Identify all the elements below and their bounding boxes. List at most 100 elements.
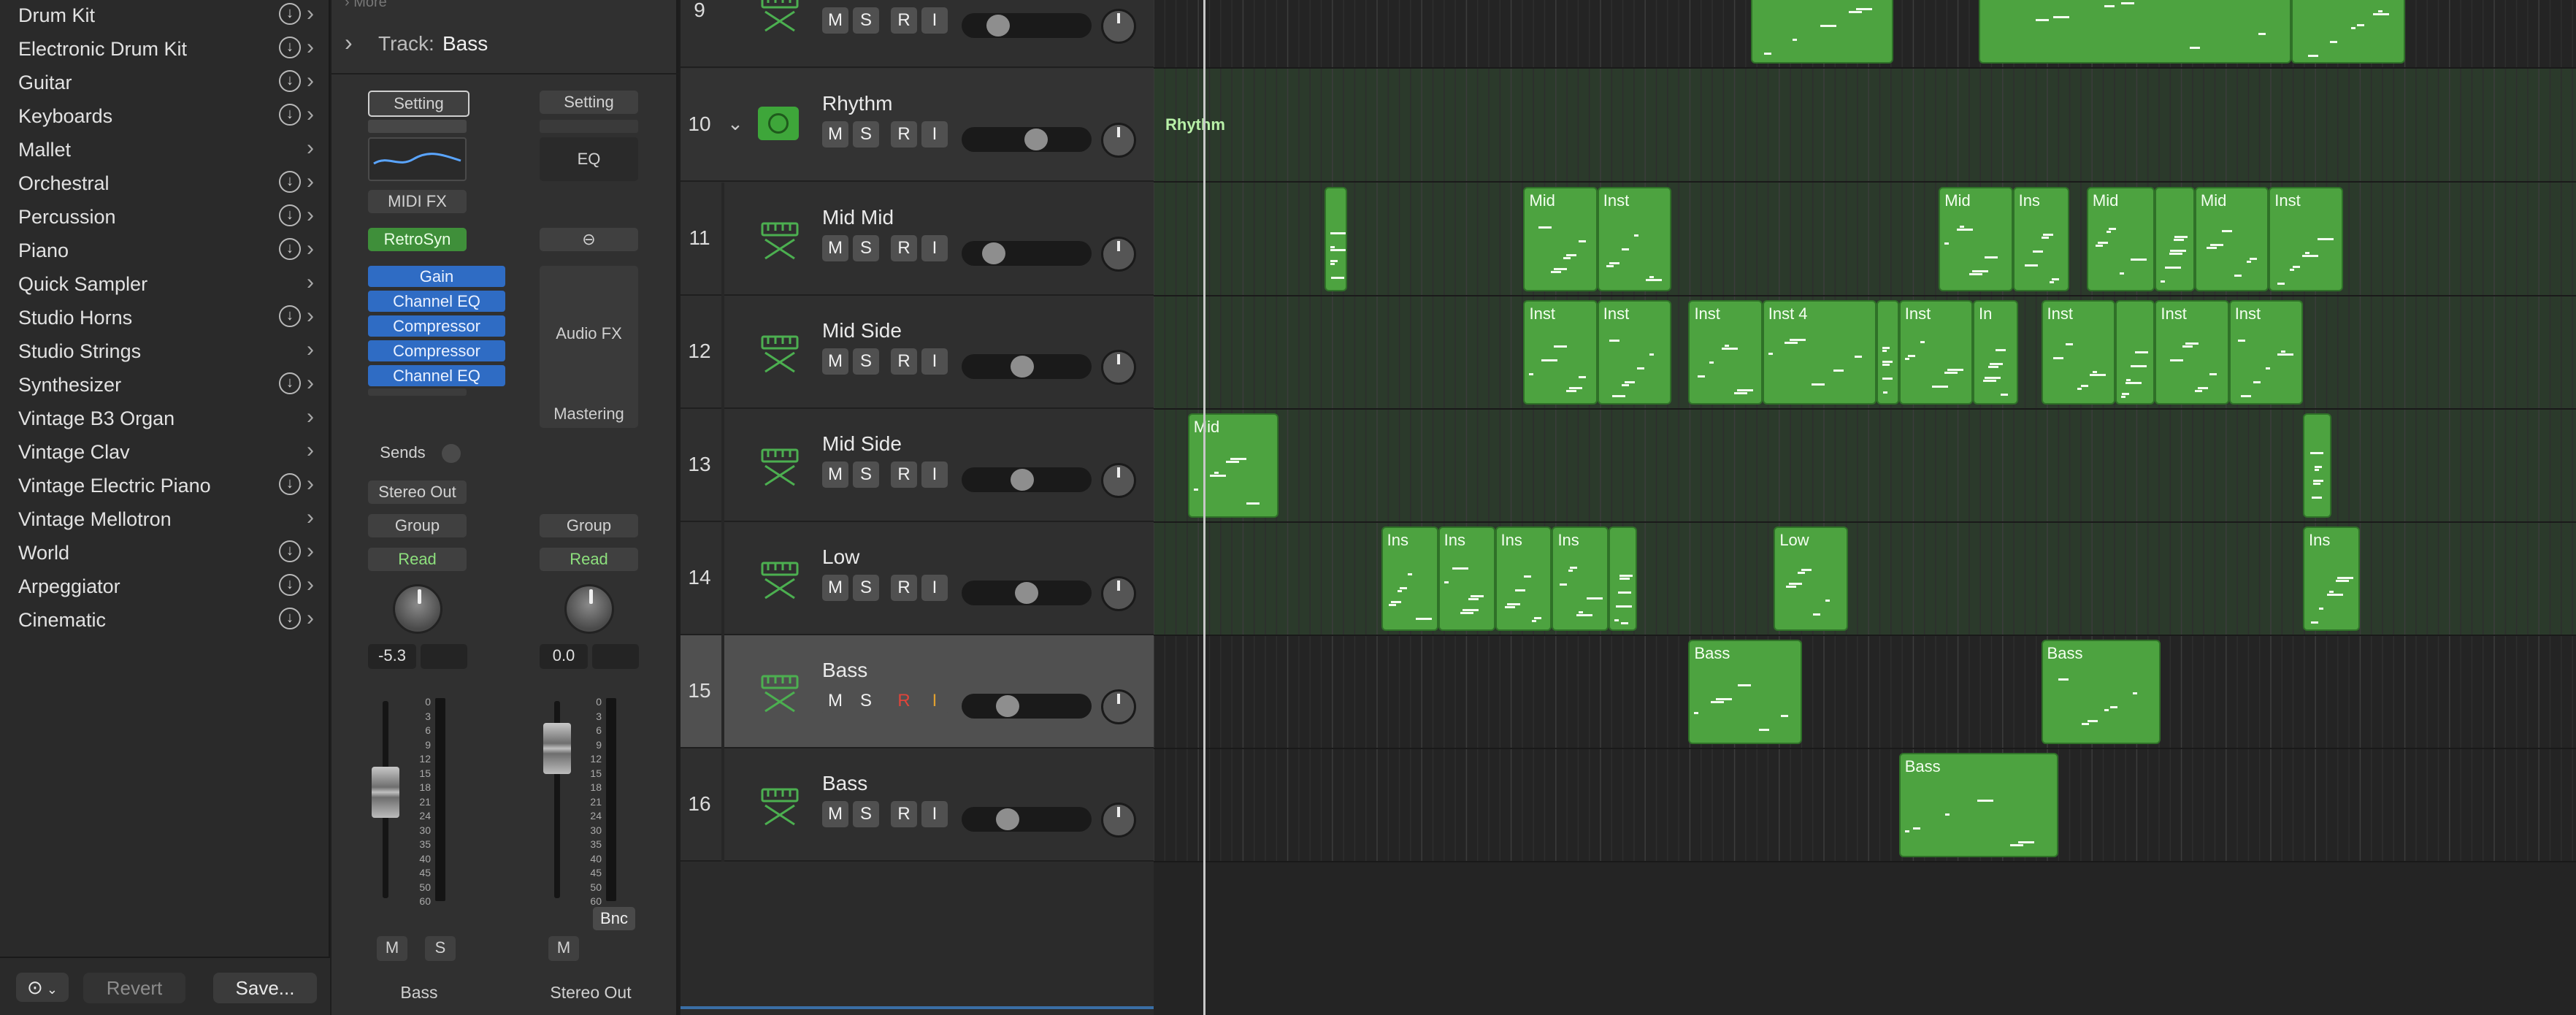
download-icon[interactable]: ↓: [279, 37, 301, 58]
solo-button[interactable]: S: [853, 121, 879, 148]
solo-button[interactable]: S: [853, 235, 879, 261]
input-monitor-button[interactable]: I: [921, 348, 948, 375]
midi-region[interactable]: Ins: [2012, 187, 2070, 291]
track-header[interactable]: 15 Bass M S R I: [681, 635, 1154, 748]
download-icon[interactable]: ↓: [279, 305, 301, 327]
solo-button[interactable]: S: [853, 575, 879, 601]
download-icon[interactable]: ↓: [279, 171, 301, 193]
pan-knob[interactable]: [1101, 123, 1136, 158]
volume-slider-thumb[interactable]: [1010, 469, 1034, 491]
midi-region[interactable]: Inst: [2041, 300, 2115, 405]
midi-region[interactable]: Inst 4: [1762, 300, 1877, 405]
download-icon[interactable]: ↓: [279, 204, 301, 226]
track-header[interactable]: 11 Mid Mid M S R I: [681, 183, 1154, 296]
track-name[interactable]: Rhythm: [822, 92, 892, 115]
audio-fx-plugin[interactable]: Channel EQ: [368, 291, 505, 312]
audio-fx-plugin[interactable]: Gain: [368, 266, 505, 287]
automation-mode[interactable]: Read: [368, 548, 467, 571]
track-header[interactable]: 9 Inst 2 MSRI: [681, 0, 1154, 68]
volume-slider[interactable]: [962, 127, 1092, 152]
pan-knob[interactable]: [1101, 803, 1136, 838]
midi-region[interactable]: Mid: [2194, 187, 2269, 291]
track-name[interactable]: Bass: [822, 772, 867, 795]
midi-region[interactable]: Ins: [1381, 526, 1438, 631]
pan-knob[interactable]: [1101, 9, 1136, 44]
folder-disclosure-icon[interactable]: ⌄: [718, 107, 752, 140]
instrument-slot[interactable]: RetroSyn: [368, 228, 467, 251]
track-name[interactable]: Mid Mid: [822, 206, 894, 229]
mute-button[interactable]: M: [822, 235, 848, 261]
volume-value[interactable]: 0.0: [540, 644, 588, 669]
mute-button[interactable]: M: [822, 688, 848, 714]
library-item[interactable]: Vintage Clav ›: [0, 437, 330, 470]
library-item[interactable]: Studio Horns ↓ ›: [0, 302, 330, 336]
eq-thumbnail[interactable]: EQ: [540, 137, 638, 181]
save-button[interactable]: Save...: [213, 973, 317, 1003]
empty-fx-slot[interactable]: [368, 388, 467, 396]
midi-region[interactable]: Inst: [2228, 300, 2303, 405]
midi-region[interactable]: [1876, 300, 1899, 405]
track-name[interactable]: Bass: [822, 659, 867, 682]
input-monitor-button[interactable]: I: [921, 121, 948, 148]
library-item[interactable]: Percussion ↓ ›: [0, 202, 330, 235]
pan-knob[interactable]: [564, 584, 614, 634]
midi-region[interactable]: Inst: [1688, 300, 1763, 405]
download-icon[interactable]: ↓: [279, 540, 301, 562]
midi-region[interactable]: Inst: [1597, 187, 1672, 291]
mute-button[interactable]: M: [822, 461, 848, 488]
audio-fx-plugin[interactable]: Compressor: [368, 340, 505, 361]
midi-region[interactable]: [2115, 300, 2155, 405]
download-icon[interactable]: ↓: [279, 104, 301, 126]
library-item[interactable]: Keyboards ↓ ›: [0, 101, 330, 134]
volume-slider-thumb[interactable]: [996, 808, 1019, 830]
output-slot[interactable]: Stereo Out: [368, 480, 467, 504]
midi-region[interactable]: Mid: [1523, 187, 1598, 291]
midi-region[interactable]: Inst: [1523, 300, 1598, 405]
group-slot[interactable]: Group: [540, 514, 638, 537]
midi-region[interactable]: Bass: [2041, 640, 2161, 744]
input-monitor-button[interactable]: I: [921, 801, 948, 827]
mute-button[interactable]: M: [822, 7, 848, 34]
input-monitor-button[interactable]: I: [921, 688, 948, 714]
midi-region[interactable]: Inst: [2155, 300, 2229, 405]
midi-region[interactable]: Ins: [1438, 526, 1495, 631]
volume-slider-thumb[interactable]: [1024, 129, 1048, 150]
volume-slider[interactable]: [962, 467, 1092, 492]
midi-region[interactable]: Mid: [2086, 187, 2155, 291]
empty-track-area[interactable]: [681, 862, 1154, 1015]
record-enable-button[interactable]: R: [891, 688, 917, 714]
library-item[interactable]: Piano ↓ ›: [0, 235, 330, 269]
mute-button[interactable]: M: [822, 121, 848, 148]
mute-button[interactable]: M: [822, 801, 848, 827]
midi-region[interactable]: Mid: [1187, 413, 1279, 518]
track-header[interactable]: 13 Mid Side M S R I: [681, 409, 1154, 522]
group-slot[interactable]: Group: [368, 514, 467, 537]
volume-slider[interactable]: [962, 807, 1092, 832]
midi-region[interactable]: [1978, 0, 2292, 64]
library-item[interactable]: Vintage B3 Organ ›: [0, 403, 330, 437]
library-item[interactable]: Drum Kit ↓ ›: [0, 0, 330, 34]
track-inspector-header[interactable]: › Track: Bass: [331, 13, 678, 74]
audio-fx-plugin[interactable]: Channel EQ: [368, 365, 505, 386]
midi-region[interactable]: In: [1973, 300, 2019, 405]
volume-value[interactable]: -5.3: [368, 644, 416, 669]
record-enable-button[interactable]: R: [891, 575, 917, 601]
track-name[interactable]: Inst 2: [822, 0, 872, 1]
midi-region[interactable]: Inst: [2269, 187, 2343, 291]
input-monitor-button[interactable]: I: [921, 7, 948, 34]
action-menu-button[interactable]: ⊙ ⌄: [16, 973, 69, 1002]
more-disclosure[interactable]: › More: [345, 0, 491, 9]
library-item[interactable]: Orchestral ↓ ›: [0, 168, 330, 202]
library-item[interactable]: Guitar ↓ ›: [0, 67, 330, 101]
record-enable-button[interactable]: R: [891, 348, 917, 375]
midi-region[interactable]: Inst: [1597, 300, 1672, 405]
library-item[interactable]: Quick Sampler ›: [0, 269, 330, 302]
volume-slider-thumb[interactable]: [986, 15, 1010, 37]
solo-button[interactable]: S: [853, 801, 879, 827]
midi-region[interactable]: Ins: [2302, 526, 2360, 631]
pan-knob[interactable]: [1101, 576, 1136, 611]
solo-button[interactable]: S: [425, 936, 456, 961]
record-enable-button[interactable]: R: [891, 461, 917, 488]
mute-button[interactable]: M: [548, 936, 579, 961]
track-header[interactable]: 14 Low M S R I: [681, 522, 1154, 635]
